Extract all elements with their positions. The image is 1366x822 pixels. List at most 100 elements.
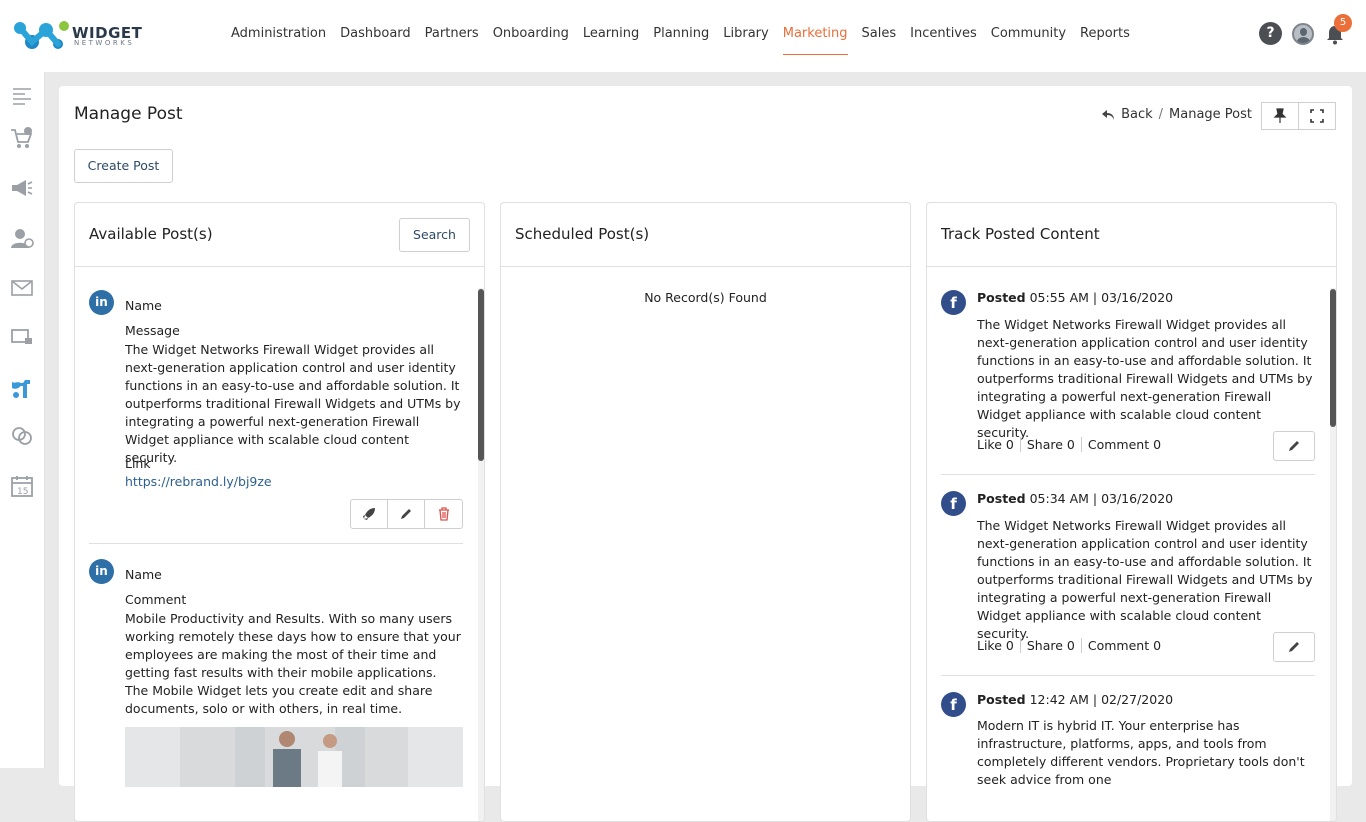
scrollbar-thumb[interactable] <box>478 289 484 461</box>
edit-button[interactable] <box>1273 431 1315 461</box>
posted-time: Posted 05:55 AM | 03/16/2020 <box>977 290 1173 305</box>
scheduled-posts-title: Scheduled Post(s) <box>515 225 650 243</box>
nav-planning[interactable]: Planning <box>646 0 716 72</box>
posted-timestamp: 05:34 AM | 03/16/2020 <box>1029 491 1174 506</box>
screen-icon[interactable] <box>10 326 34 350</box>
linkedin-icon: in <box>89 290 114 315</box>
post-comment-label: Comment <box>125 592 187 607</box>
track-posted-panel: Track Posted Content f Posted 05:55 AM |… <box>926 202 1337 822</box>
share-count: Share 0 <box>1021 638 1082 653</box>
post-link[interactable]: https://rebrand.ly/bj9ze <box>125 474 272 489</box>
fullscreen-icon <box>1310 109 1324 123</box>
menu-icon[interactable] <box>10 84 34 108</box>
nav-incentives[interactable]: Incentives <box>903 0 984 72</box>
nav-administration[interactable]: Administration <box>224 0 333 72</box>
delete-button[interactable] <box>425 500 462 528</box>
search-button[interactable]: Search <box>399 218 470 252</box>
help-icon[interactable]: ? <box>1259 22 1282 45</box>
user-settings-icon[interactable] <box>10 226 34 250</box>
linkedin-icon: in <box>89 559 114 584</box>
back-link[interactable]: Back <box>1121 107 1153 122</box>
tracked-post-text: The Widget Networks Firewall Widget prov… <box>977 317 1313 440</box>
notification-badge: 5 <box>1334 13 1352 32</box>
mail-icon[interactable] <box>10 276 34 300</box>
pin-button[interactable] <box>1261 102 1299 130</box>
facebook-icon: f <box>941 692 966 717</box>
nav-reports[interactable]: Reports <box>1073 0 1137 72</box>
scrollbar-thumb[interactable] <box>1330 289 1336 427</box>
comment-count: Comment 0 <box>1087 638 1162 653</box>
back-arrow-icon[interactable] <box>1101 109 1115 121</box>
posted-label: Posted <box>977 491 1026 506</box>
trash-icon <box>438 507 449 521</box>
scheduled-posts-header: Scheduled Post(s) <box>501 203 910 267</box>
post-name-label: Name <box>125 567 162 582</box>
post-message-label: Message <box>125 323 180 338</box>
post-name-label: Name <box>125 298 162 313</box>
post-stats: Like 0 Share 0 Comment 0 <box>977 638 1167 653</box>
post-message-text: The Widget Networks Firewall Widget prov… <box>125 342 461 465</box>
links-icon[interactable] <box>10 424 34 448</box>
track-posted-header: Track Posted Content <box>927 203 1336 267</box>
cart-add-icon[interactable] <box>10 126 34 150</box>
post-divider <box>89 543 463 544</box>
post-actions <box>350 499 463 529</box>
post-comment-text: Mobile Productivity and Results. With so… <box>125 611 461 716</box>
breadcrumb-current: Manage Post <box>1169 107 1252 122</box>
tracked-post-text: The Widget Networks Firewall Widget prov… <box>977 518 1313 641</box>
main-card: Manage Post Back / Manage Post Create Po… <box>59 86 1352 822</box>
post-link-label: Link <box>125 456 151 471</box>
sidebar: 15 <box>0 72 45 768</box>
nav-community[interactable]: Community <box>984 0 1073 72</box>
posted-label: Posted <box>977 290 1026 305</box>
post-divider <box>941 474 1315 475</box>
posted-timestamp: 05:55 AM | 03/16/2020 <box>1029 290 1174 305</box>
office-photo <box>125 727 463 787</box>
main-nav: Administration Dashboard Partners Onboar… <box>224 0 1137 72</box>
svg-text:15: 15 <box>17 487 28 497</box>
fullscreen-button[interactable] <box>1298 102 1336 130</box>
post-divider <box>941 675 1315 676</box>
facebook-icon: f <box>941 290 966 315</box>
create-post-button[interactable]: Create Post <box>74 149 173 183</box>
calendar-icon[interactable]: 15 <box>10 474 34 498</box>
track-posted-title: Track Posted Content <box>941 225 1100 243</box>
posted-time: Posted 12:42 AM | 02/27/2020 <box>977 692 1173 707</box>
edit-button[interactable] <box>388 500 425 528</box>
comment-count: Comment 0 <box>1087 437 1162 452</box>
megaphone-icon[interactable] <box>10 176 34 200</box>
tracked-post-text: Modern IT is hybrid IT. Your enterprise … <box>977 718 1305 787</box>
pencil-icon <box>1289 441 1299 451</box>
top-bar: WIDGET NETWORKS Administration Dashboard… <box>0 0 1366 72</box>
available-posts-panel: Available Post(s) Search in Name Message… <box>74 202 485 822</box>
avatar[interactable] <box>1292 22 1314 45</box>
share-count: Share 0 <box>1021 437 1082 452</box>
facebook-icon: f <box>941 491 966 516</box>
empty-state-text: No Record(s) Found <box>644 290 767 305</box>
pencil-icon <box>1289 642 1299 652</box>
nav-dashboard[interactable]: Dashboard <box>333 0 418 72</box>
nav-marketing[interactable]: Marketing <box>776 0 855 72</box>
like-count: Like 0 <box>977 638 1021 653</box>
rocket-icon <box>363 508 375 520</box>
publish-button[interactable] <box>351 500 388 528</box>
social-post-icon[interactable] <box>10 376 34 400</box>
posted-timestamp: 12:42 AM | 02/27/2020 <box>1029 692 1174 707</box>
page-title: Manage Post <box>74 104 183 124</box>
post-image <box>125 727 463 787</box>
posted-time: Posted 05:34 AM | 03/16/2020 <box>977 491 1173 506</box>
nav-learning[interactable]: Learning <box>576 0 646 72</box>
notification-bell[interactable]: 5 <box>1324 13 1352 45</box>
top-icons: ? 5 <box>1259 13 1352 45</box>
nav-library[interactable]: Library <box>716 0 775 72</box>
available-posts-title: Available Post(s) <box>89 225 213 243</box>
pin-icon <box>1273 108 1287 123</box>
pencil-icon <box>401 509 411 519</box>
scheduled-posts-panel: Scheduled Post(s) No Record(s) Found <box>500 202 911 822</box>
nav-sales[interactable]: Sales <box>855 0 904 72</box>
nav-partners[interactable]: Partners <box>418 0 486 72</box>
post-stats: Like 0 Share 0 Comment 0 <box>977 437 1167 452</box>
posted-label: Posted <box>977 692 1026 707</box>
nav-onboarding[interactable]: Onboarding <box>486 0 576 72</box>
edit-button[interactable] <box>1273 632 1315 662</box>
